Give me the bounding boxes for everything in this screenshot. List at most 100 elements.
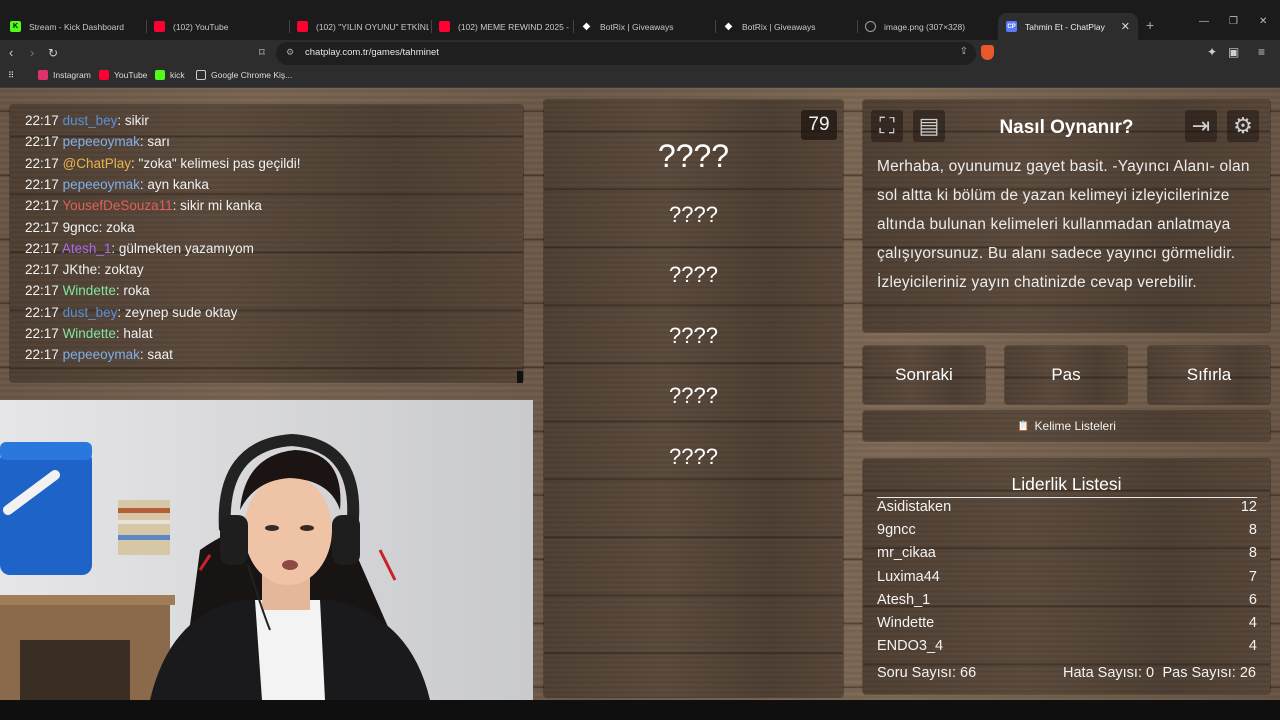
chat-username[interactable]: pepeeoymak — [63, 347, 140, 362]
pass-count: Pas Sayısı: 26 — [1162, 665, 1257, 681]
chat-username[interactable]: pepeeoymak — [63, 134, 140, 149]
kick-icon — [155, 70, 165, 80]
globe-icon — [865, 21, 876, 32]
game-page: 22:17 dust_bey: sikir 22:17 pepeeoymak: s… — [0, 88, 1280, 700]
tab-title: (102) MEME REWIND 2025 - Yo — [458, 21, 571, 32]
bookmark-label: Google Chrome Kiş... — [211, 70, 293, 80]
site-info-icon[interactable]: ⚙ — [286, 47, 294, 58]
chat-message: 22:17 9gncc: zoka — [25, 220, 135, 235]
word-lists-button[interactable]: 📋 Kelime Listeleri — [863, 411, 1270, 441]
botrix-icon: ◆ — [724, 21, 733, 32]
bookmark-instagram[interactable]: Instagram — [38, 70, 91, 80]
tab-title: Tahmin Et - ChatPlay — [1025, 21, 1105, 32]
chat-username[interactable]: dust_bey — [63, 113, 118, 128]
chat-scrollbar[interactable] — [517, 371, 523, 383]
chat-message: 22:17 Windette: halat — [25, 326, 153, 341]
tab-title: (102) "YILIN OYUNU" ETKİNLİĞ — [316, 21, 429, 32]
chat-message: 22:17 pepeeoymak: sarı — [25, 134, 170, 149]
chat-message: 22:17 pepeeoymak: ayn kanka — [25, 177, 209, 192]
tab-image-png[interactable]: image.png (307×328) — [857, 13, 997, 40]
word-lists-label: Kelime Listeleri — [1034, 419, 1116, 433]
folder-icon — [196, 70, 206, 80]
chat-username[interactable]: Atesh_1 — [62, 241, 112, 256]
bookmark-label: YouTube — [114, 70, 148, 80]
kick-icon: K — [10, 21, 21, 32]
tab-kick-dashboard[interactable]: K Stream - Kick Dashboard — [2, 13, 142, 40]
chat-timestamp: 22:17 — [25, 326, 59, 341]
chat-timestamp: 22:17 — [25, 240, 59, 256]
sidebar-icon[interactable]: ▣ — [1228, 45, 1239, 59]
chat-message: 22:17 pepeeoymak: saat — [25, 347, 173, 362]
reload-icon[interactable]: ↻ — [48, 45, 58, 61]
chat-text: : gülmekten yazamıyom — [111, 240, 254, 256]
restore-icon[interactable]: ❐ — [1229, 16, 1238, 27]
minimize-icon[interactable]: — — [1199, 16, 1209, 27]
extensions-icon[interactable]: ✦ — [1207, 45, 1217, 59]
youtube-icon — [99, 70, 109, 80]
share-icon[interactable]: ⇪ — [960, 46, 968, 57]
tab-tahmin-et-chatplay[interactable]: CP Tahmin Et - ChatPlay ✕ — [998, 13, 1138, 40]
chat-text: : ayn kanka — [139, 176, 209, 192]
webcam-feed — [0, 400, 533, 700]
botrix-icon: ◆ — [582, 21, 591, 32]
chat-username[interactable]: Windette — [63, 283, 116, 298]
brave-shield-icon[interactable] — [981, 45, 994, 60]
youtube-icon — [439, 21, 450, 32]
new-tab-icon[interactable]: + — [1146, 17, 1154, 33]
tab-youtube-meme-rewind[interactable]: (102) MEME REWIND 2025 - Yo — [431, 13, 571, 40]
bookmark-folder[interactable]: Google Chrome Kiş... — [196, 70, 292, 80]
chat-username[interactable]: dust_bey — [63, 305, 118, 320]
chat-text: : sikir mi kanka — [172, 198, 262, 214]
reset-button[interactable]: Sıfırla — [1148, 346, 1270, 404]
chat-timestamp: 22:17 — [25, 262, 59, 278]
chat-username[interactable]: JKthe — [63, 262, 98, 277]
browser-tab-bar: K Stream - Kick Dashboard (102) YouTube … — [0, 0, 1280, 40]
chat-text: : zoktay — [97, 262, 144, 278]
bookmarks-bar: ⠿ Instagram YouTube kick Google Chrome K… — [0, 66, 1280, 88]
forbidden-word: ???? — [669, 383, 718, 408]
youtube-icon — [154, 21, 165, 32]
next-button[interactable]: Sonraki — [863, 346, 985, 404]
back-icon[interactable]: ‹ — [9, 45, 13, 61]
chat-timestamp: 22:17 — [25, 176, 59, 192]
error-count: Hata Sayısı: 0 — [1063, 665, 1155, 681]
chat-timestamp: 22:17 — [25, 283, 59, 299]
chat-message: 22:17 dust_bey: sikir — [25, 113, 149, 128]
tab-botrix-giveaways[interactable]: ◆ BotRix | Giveaways — [573, 13, 713, 40]
chat-username[interactable]: pepeeoymak — [63, 177, 140, 192]
close-tab-icon[interactable]: ✕ — [1121, 20, 1130, 33]
chat-message: 22:17 dust_bey: zeynep sude oktay — [25, 305, 237, 320]
pass-button[interactable]: Pas — [1005, 346, 1127, 404]
player-score: 7 — [1248, 568, 1257, 585]
bookmark-kick[interactable]: kick — [155, 70, 185, 80]
chat-text: : zoka — [98, 219, 135, 235]
chat-timestamp: 22:17 — [25, 113, 59, 128]
chat-username[interactable]: @ChatPlay — [63, 156, 131, 171]
bookmark-youtube[interactable]: YouTube — [99, 70, 147, 80]
webcam-image — [0, 400, 533, 700]
menu-icon[interactable]: ≡ — [1258, 45, 1265, 59]
target-word: ???? — [657, 138, 730, 174]
player-name: ENDO3_4 — [877, 638, 944, 655]
chat-panel: 22:17 dust_bey: sikir 22:17 pepeeoymak: s… — [10, 105, 523, 382]
chat-username[interactable]: 9gncc — [63, 220, 99, 235]
youtube-icon — [297, 21, 308, 32]
tab-botrix-giveaways-2[interactable]: ◆ BotRix | Giveaways — [715, 13, 855, 40]
forbidden-word: ???? — [669, 262, 718, 287]
tab-youtube[interactable]: (102) YouTube — [146, 13, 286, 40]
taskbar-strip — [0, 700, 1280, 720]
window-close-icon[interactable]: ✕ — [1259, 16, 1267, 27]
player-name: 9gncc — [877, 522, 916, 539]
chat-text: : sarı — [139, 134, 170, 150]
address-bar[interactable]: ⚙ chatplay.com.tr/games/tahminet ⇪ — [276, 42, 976, 65]
tab-title: image.png (307×328) — [884, 21, 966, 32]
chat-username[interactable]: Windette — [63, 326, 116, 341]
forward-icon[interactable]: › — [30, 45, 34, 61]
bookmark-icon[interactable]: ⌑ — [259, 45, 265, 61]
round-timer: 79 — [801, 110, 837, 140]
chat-message: 22:17 YousefDeSouza11: sikir mi kanka — [25, 198, 262, 213]
tab-youtube-yilin-oyunu[interactable]: (102) "YILIN OYUNU" ETKİNLİĞ — [289, 13, 429, 40]
chat-message: 22:17 Atesh_1: gülmekten yazamıyom — [25, 241, 254, 256]
chat-username[interactable]: YousefDeSouza11 — [62, 198, 172, 213]
apps-grid-icon[interactable]: ⠿ — [8, 70, 14, 81]
